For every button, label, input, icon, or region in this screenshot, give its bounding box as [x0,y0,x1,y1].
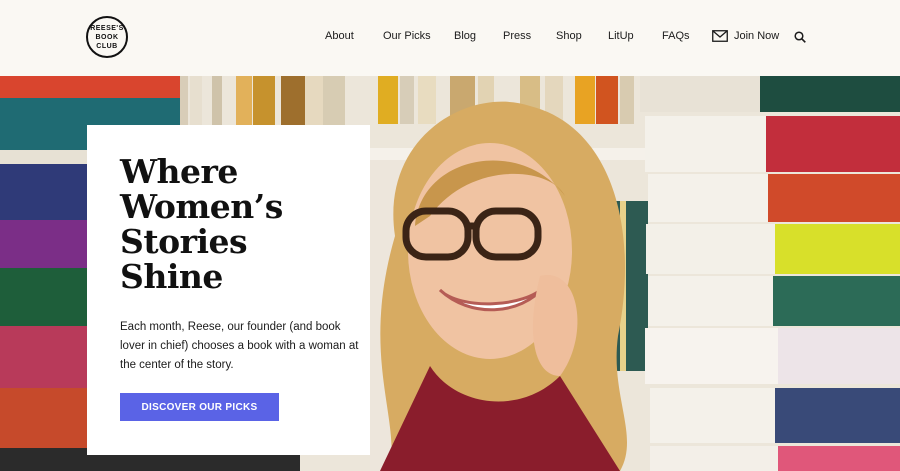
logo-line-1: REESE'S [90,24,124,32]
site-header: REESE'S BOOK CLUB About Our Picks Blog P… [0,0,900,76]
hero-title-line: Women’s [120,187,283,226]
hero-title: Where Women’s Stories Shine [120,154,350,294]
nav-item-blog[interactable]: Blog [454,30,476,42]
logo-line-3: CLUB [96,42,118,50]
search-icon[interactable] [794,31,806,43]
nav-item-litup[interactable]: LitUp [608,30,634,42]
logo-line-2: BOOK [95,33,119,41]
nav-item-about[interactable]: About [325,30,354,42]
hero-description: Each month, Reese, our founder (and book… [120,321,359,371]
discover-our-picks-button[interactable]: DISCOVER OUR PICKS [120,393,279,421]
join-now-label: Join Now [734,30,780,42]
hero-title-line: Where [120,152,238,191]
join-now-link[interactable]: Join Now [712,30,779,42]
nav-item-faqs[interactable]: FAQs [662,30,690,42]
envelope-icon [712,30,728,42]
logo-text: REESE'S BOOK CLUB [88,18,126,56]
hero-title-line: Stories [120,222,248,261]
nav-item-press[interactable]: Press [503,30,531,42]
hero-title-line: Shine [120,257,223,296]
nav-item-shop[interactable]: Shop [556,30,582,42]
nav-item-our-picks[interactable]: Our Picks [383,30,431,42]
reeses-book-club-logo[interactable]: REESE'S BOOK CLUB [86,16,128,58]
